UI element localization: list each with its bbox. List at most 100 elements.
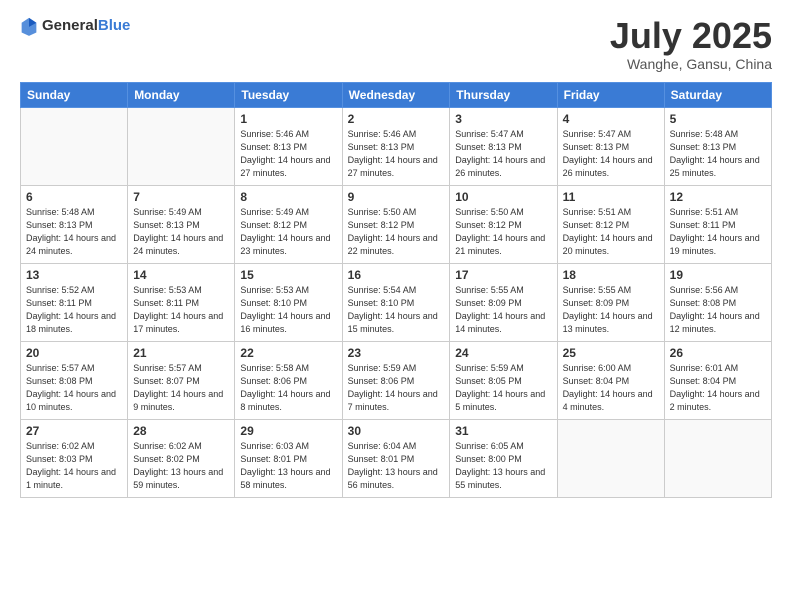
day-info: Sunrise: 5:51 AM Sunset: 8:11 PM Dayligh… [670,206,766,258]
day-info: Sunrise: 6:01 AM Sunset: 8:04 PM Dayligh… [670,362,766,414]
day-number: 2 [348,112,445,126]
calendar-week-row: 13Sunrise: 5:52 AM Sunset: 8:11 PM Dayli… [21,263,772,341]
day-number: 28 [133,424,229,438]
title-block: July 2025 Wanghe, Gansu, China [610,16,772,72]
day-number: 24 [455,346,551,360]
calendar-title: July 2025 [610,16,772,56]
day-info: Sunrise: 5:55 AM Sunset: 8:09 PM Dayligh… [455,284,551,336]
logo-icon [20,16,38,36]
table-row: 23 Sunrise: 5:59 AM Sunset: 8:06 PM Dayli… [342,341,450,419]
day-info: Sunrise: 6:05 AM Sunset: 8:00 PM Dayligh… [455,440,551,492]
day-number: 29 [240,424,336,438]
day-number: 17 [455,268,551,282]
day-number: 5 [670,112,766,126]
table-row [128,107,235,185]
logo-text-blue: Blue [98,18,131,35]
day-info: Sunrise: 5:47 AM Sunset: 8:13 PM Dayligh… [563,128,659,180]
day-number: 30 [348,424,445,438]
day-number: 10 [455,190,551,204]
col-tuesday: Tuesday [235,82,342,107]
day-info: Sunrise: 6:04 AM Sunset: 8:01 PM Dayligh… [348,440,445,492]
day-info: Sunrise: 5:50 AM Sunset: 8:12 PM Dayligh… [348,206,445,258]
day-number: 14 [133,268,229,282]
table-row: 10 Sunrise: 5:50 AM Sunset: 8:12 PM Dayli… [450,185,557,263]
day-number: 12 [670,190,766,204]
day-info: Sunrise: 5:56 AM Sunset: 8:08 PM Dayligh… [670,284,766,336]
table-row: 2 Sunrise: 5:46 AM Sunset: 8:13 PM Daylig… [342,107,450,185]
day-info: Sunrise: 5:59 AM Sunset: 8:06 PM Dayligh… [348,362,445,414]
day-info: Sunrise: 5:46 AM Sunset: 8:13 PM Dayligh… [240,128,336,180]
day-info: Sunrise: 5:54 AM Sunset: 8:10 PM Dayligh… [348,284,445,336]
table-row: 5 Sunrise: 5:48 AM Sunset: 8:13 PM Daylig… [664,107,771,185]
table-row: 31 Sunrise: 6:05 AM Sunset: 8:00 PM Dayli… [450,419,557,497]
calendar-week-row: 20Sunrise: 5:57 AM Sunset: 8:08 PM Dayli… [21,341,772,419]
day-info: Sunrise: 5:49 AM Sunset: 8:12 PM Dayligh… [240,206,336,258]
table-row: 1Sunrise: 5:46 AM Sunset: 8:13 PM Daylig… [235,107,342,185]
table-row: 22 Sunrise: 5:58 AM Sunset: 8:06 PM Dayli… [235,341,342,419]
day-info: Sunrise: 5:48 AM Sunset: 8:13 PM Dayligh… [670,128,766,180]
table-row [21,107,128,185]
table-row: 14 Sunrise: 5:53 AM Sunset: 8:11 PM Dayli… [128,263,235,341]
day-number: 20 [26,346,122,360]
day-number: 19 [670,268,766,282]
day-info: Sunrise: 5:46 AM Sunset: 8:13 PM Dayligh… [348,128,445,180]
day-number: 31 [455,424,551,438]
day-number: 22 [240,346,336,360]
table-row: 17 Sunrise: 5:55 AM Sunset: 8:09 PM Dayli… [450,263,557,341]
day-number: 11 [563,190,659,204]
day-number: 21 [133,346,229,360]
day-number: 26 [670,346,766,360]
day-number: 15 [240,268,336,282]
table-row [664,419,771,497]
table-row: 6 Sunrise: 5:48 AM Sunset: 8:13 PM Daylig… [21,185,128,263]
table-row: 28 Sunrise: 6:02 AM Sunset: 8:02 PM Dayli… [128,419,235,497]
day-info: Sunrise: 5:49 AM Sunset: 8:13 PM Dayligh… [133,206,229,258]
col-friday: Friday [557,82,664,107]
col-wednesday: Wednesday [342,82,450,107]
table-row: 8 Sunrise: 5:49 AM Sunset: 8:12 PM Daylig… [235,185,342,263]
day-info: Sunrise: 6:02 AM Sunset: 8:03 PM Dayligh… [26,440,122,492]
day-info: Sunrise: 6:02 AM Sunset: 8:02 PM Dayligh… [133,440,229,492]
table-row: 26 Sunrise: 6:01 AM Sunset: 8:04 PM Dayli… [664,341,771,419]
day-info: Sunrise: 5:58 AM Sunset: 8:06 PM Dayligh… [240,362,336,414]
calendar-week-row: 6 Sunrise: 5:48 AM Sunset: 8:13 PM Daylig… [21,185,772,263]
table-row: 11 Sunrise: 5:51 AM Sunset: 8:12 PM Dayli… [557,185,664,263]
day-number: 7 [133,190,229,204]
calendar-location: Wanghe, Gansu, China [610,56,772,72]
day-info: Sunrise: 5:53 AM Sunset: 8:10 PM Dayligh… [240,284,336,336]
day-info: Sunrise: 5:53 AM Sunset: 8:11 PM Dayligh… [133,284,229,336]
day-number: 27 [26,424,122,438]
day-info: Sunrise: 5:50 AM Sunset: 8:12 PM Dayligh… [455,206,551,258]
day-info: Sunrise: 5:51 AM Sunset: 8:12 PM Dayligh… [563,206,659,258]
day-number: 23 [348,346,445,360]
table-row: 13Sunrise: 5:52 AM Sunset: 8:11 PM Dayli… [21,263,128,341]
col-monday: Monday [128,82,235,107]
col-sunday: Sunday [21,82,128,107]
day-info: Sunrise: 5:57 AM Sunset: 8:07 PM Dayligh… [133,362,229,414]
logo-text-general: General [42,18,98,35]
table-row: 3Sunrise: 5:47 AM Sunset: 8:13 PM Daylig… [450,107,557,185]
day-number: 6 [26,190,122,204]
table-row: 19 Sunrise: 5:56 AM Sunset: 8:08 PM Dayli… [664,263,771,341]
day-number: 16 [348,268,445,282]
calendar-table: Sunday Monday Tuesday Wednesday Thursday… [20,82,772,498]
table-row: 29 Sunrise: 6:03 AM Sunset: 8:01 PM Dayli… [235,419,342,497]
table-row: 7 Sunrise: 5:49 AM Sunset: 8:13 PM Daylig… [128,185,235,263]
table-row: 20Sunrise: 5:57 AM Sunset: 8:08 PM Dayli… [21,341,128,419]
table-row: 24Sunrise: 5:59 AM Sunset: 8:05 PM Dayli… [450,341,557,419]
day-info: Sunrise: 5:48 AM Sunset: 8:13 PM Dayligh… [26,206,122,258]
logo: GeneralBlue [20,16,130,36]
day-info: Sunrise: 5:55 AM Sunset: 8:09 PM Dayligh… [563,284,659,336]
day-info: Sunrise: 5:47 AM Sunset: 8:13 PM Dayligh… [455,128,551,180]
calendar-header-row: Sunday Monday Tuesday Wednesday Thursday… [21,82,772,107]
day-number: 18 [563,268,659,282]
table-row: 4Sunrise: 5:47 AM Sunset: 8:13 PM Daylig… [557,107,664,185]
calendar-week-row: 1Sunrise: 5:46 AM Sunset: 8:13 PM Daylig… [21,107,772,185]
table-row: 21 Sunrise: 5:57 AM Sunset: 8:07 PM Dayli… [128,341,235,419]
table-row: 25Sunrise: 6:00 AM Sunset: 8:04 PM Dayli… [557,341,664,419]
day-info: Sunrise: 6:03 AM Sunset: 8:01 PM Dayligh… [240,440,336,492]
day-number: 8 [240,190,336,204]
day-number: 25 [563,346,659,360]
calendar-week-row: 27 Sunrise: 6:02 AM Sunset: 8:03 PM Dayli… [21,419,772,497]
page-header: GeneralBlue July 2025 Wanghe, Gansu, Chi… [20,16,772,72]
